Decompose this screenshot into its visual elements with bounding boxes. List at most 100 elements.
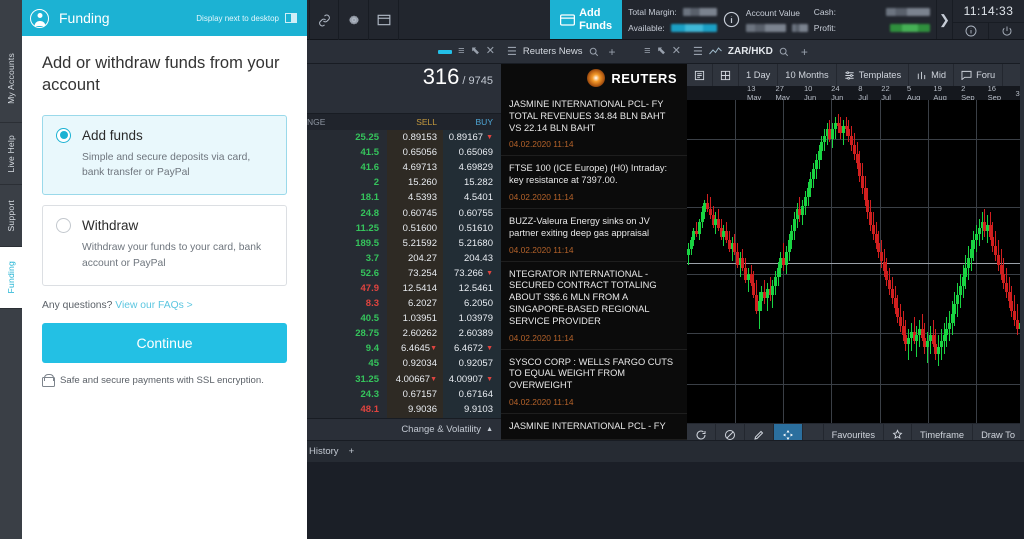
price-row[interactable]: 25.250.891530.89167▼ [305, 130, 501, 145]
news-panel-menu-icon[interactable]: ≡ [644, 46, 650, 57]
buy-price-cell[interactable]: 6.4672▼ [443, 341, 501, 356]
panel-close-icon[interactable]: ✕ [486, 46, 495, 57]
link-icon[interactable] [309, 0, 339, 40]
news-panel-expand-icon[interactable]: ⬉ [657, 46, 666, 57]
chart-list-view-icon[interactable] [687, 64, 713, 86]
chart-interval-button[interactable]: 1 Day [739, 64, 778, 86]
price-row[interactable]: 47.912.541412.5461 [305, 281, 501, 296]
add-funds-button[interactable]: Add Funds [550, 0, 622, 39]
chart-forum-button[interactable]: Foru [954, 64, 1003, 86]
price-row[interactable]: 8.36.20276.2050 [305, 296, 501, 311]
price-row[interactable]: 24.30.671570.67164 [305, 387, 501, 402]
power-icon[interactable] [988, 23, 1024, 39]
chart-grid-layout-icon[interactable] [713, 64, 739, 86]
chart-symbol-label[interactable]: ZAR/HKD [728, 46, 773, 57]
news-add-tab-icon[interactable]: + [609, 45, 616, 59]
price-row[interactable]: 28.752.602622.60389 [305, 326, 501, 341]
price-row[interactable]: 31.254.00667▼4.00907▼ [305, 372, 501, 387]
chart-price-basis-button[interactable]: Mid [909, 64, 954, 86]
column-header-change[interactable]: NGE [305, 114, 387, 130]
buy-price-cell[interactable]: 0.92057 [443, 356, 501, 371]
buy-price-cell[interactable]: 0.51610 [443, 221, 501, 236]
column-header-buy[interactable]: BUY [443, 114, 501, 130]
sell-price-cell[interactable]: 5.21592 [387, 236, 443, 251]
funding-dock-control[interactable]: Display next to desktop [196, 13, 297, 23]
sell-price-cell[interactable]: 0.92034 [387, 356, 443, 371]
help-info-icon[interactable] [953, 23, 988, 39]
buy-price-cell[interactable]: 9.9103 [443, 402, 501, 417]
chart-search-icon[interactable] [779, 47, 789, 57]
change-volatility-footer[interactable]: Change & Volatility ▲ [305, 418, 501, 440]
price-row[interactable]: 9.46.4645▼6.4672▼ [305, 341, 501, 356]
sell-price-cell[interactable]: 4.5393 [387, 190, 443, 205]
info-icon[interactable] [723, 11, 740, 28]
news-list[interactable]: JASMINE INTERNATIONAL PCL- FY TOTAL REVE… [501, 92, 687, 440]
panel-menu-icon[interactable]: ≡ [458, 46, 464, 57]
sell-price-cell[interactable]: 12.5414 [387, 281, 443, 296]
news-menu-icon[interactable]: ☰ [507, 45, 517, 58]
price-row[interactable]: 48.19.90369.9103 [305, 402, 501, 417]
sell-price-cell[interactable]: 0.67157 [387, 387, 443, 402]
chart-plot-area[interactable] [687, 100, 1024, 423]
buy-price-cell[interactable]: 12.5461 [443, 281, 501, 296]
sell-price-cell[interactable]: 4.00667▼ [387, 372, 443, 387]
news-search-icon[interactable] [589, 47, 599, 57]
chart-menu-icon[interactable]: ☰ [693, 45, 703, 58]
sell-price-cell[interactable]: 0.60745 [387, 205, 443, 220]
window-icon[interactable] [369, 0, 399, 40]
price-row[interactable]: 18.14.53934.5401 [305, 190, 501, 205]
sell-price-cell[interactable]: 6.4645▼ [387, 341, 443, 356]
sell-price-cell[interactable]: 0.89153 [387, 130, 443, 145]
sell-price-cell[interactable]: 1.03951 [387, 311, 443, 326]
vertical-tab-funding[interactable]: Funding [0, 247, 22, 309]
vertical-tab-support[interactable]: Support [0, 185, 22, 247]
buy-price-cell[interactable]: 0.89167▼ [443, 130, 501, 145]
price-row[interactable]: 41.50.650560.65069 [305, 145, 501, 160]
bottom-tab-history[interactable]: History [309, 446, 339, 457]
sell-price-cell[interactable]: 15.260 [387, 175, 443, 190]
faq-link[interactable]: View our FAQs > [115, 300, 192, 311]
funding-option-withdraw[interactable]: Withdraw Withdraw your funds to your car… [42, 205, 287, 286]
news-item[interactable]: NTEGRATOR INTERNATIONAL - SECURED CONTRA… [501, 262, 687, 350]
chart-range-button[interactable]: 10 Months [778, 64, 836, 86]
radio-add-funds[interactable] [56, 128, 71, 143]
buy-price-cell[interactable]: 204.43 [443, 251, 501, 266]
sell-price-cell[interactable]: 6.2027 [387, 296, 443, 311]
user-avatar-icon[interactable] [30, 9, 49, 28]
price-row[interactable]: 24.80.607450.60755 [305, 205, 501, 220]
continue-button[interactable]: Continue [42, 323, 287, 363]
buy-price-cell[interactable]: 4.00907▼ [443, 372, 501, 387]
news-item[interactable]: SYSCO CORP : WELLS FARGO CUTS TO EQUAL W… [501, 350, 687, 414]
news-tab-label[interactable]: Reuters News [523, 46, 583, 57]
panel-expand-icon[interactable]: ⬉ [471, 46, 480, 57]
price-row[interactable]: 11.250.516000.51610 [305, 221, 501, 236]
buy-price-cell[interactable]: 6.2050 [443, 296, 501, 311]
buy-price-cell[interactable]: 2.60389 [443, 326, 501, 341]
buy-price-cell[interactable]: 4.69829 [443, 160, 501, 175]
buy-price-cell[interactable]: 0.65069 [443, 145, 501, 160]
vertical-tab-my-accounts[interactable]: My Accounts [0, 35, 22, 123]
buy-price-cell[interactable]: 15.282 [443, 175, 501, 190]
sell-price-cell[interactable]: 0.65056 [387, 145, 443, 160]
price-row[interactable]: 3.7204.27204.43 [305, 251, 501, 266]
gear-icon[interactable] [339, 0, 369, 40]
buy-price-cell[interactable]: 73.266▼ [443, 266, 501, 281]
column-header-sell[interactable]: SELL [387, 114, 443, 130]
expand-summary-chevron-right-icon[interactable]: ❯ [936, 0, 952, 39]
sell-price-cell[interactable]: 4.69713 [387, 160, 443, 175]
radio-withdraw[interactable] [56, 218, 71, 233]
vertical-tab-live-help[interactable]: Live Help [0, 123, 22, 185]
news-item[interactable]: FTSE 100 (ICE Europe) (H0) Intraday: key… [501, 156, 687, 209]
sell-price-cell[interactable]: 2.60262 [387, 326, 443, 341]
buy-price-cell[interactable]: 5.21680 [443, 236, 501, 251]
price-row[interactable]: 41.64.697134.69829 [305, 160, 501, 175]
news-panel-close-icon[interactable]: ✕ [672, 46, 681, 57]
buy-price-cell[interactable]: 0.67164 [443, 387, 501, 402]
price-row[interactable]: 52.673.25473.266▼ [305, 266, 501, 281]
sell-price-cell[interactable]: 9.9036 [387, 402, 443, 417]
buy-price-cell[interactable]: 1.03979 [443, 311, 501, 326]
price-row[interactable]: 189.55.215925.21680 [305, 236, 501, 251]
news-item[interactable]: BUZZ-Valeura Energy sinks on JV partner … [501, 209, 687, 262]
chart-templates-button[interactable]: Templates [837, 64, 909, 86]
bottom-tab-add-icon[interactable]: + [349, 446, 355, 457]
